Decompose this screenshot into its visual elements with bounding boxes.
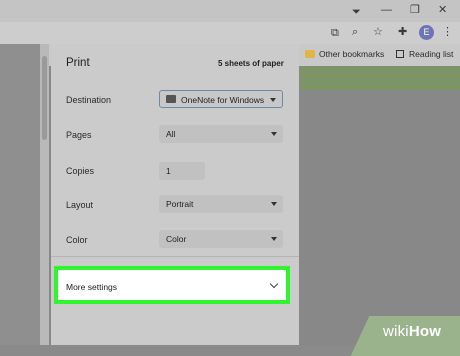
open-in-app-icon[interactable]: ⧉ <box>331 26 339 40</box>
zoom-icon[interactable]: ⌕ <box>352 25 358 39</box>
destination-select[interactable]: OneNote for Windows <box>159 90 283 108</box>
folder-icon <box>305 50 315 58</box>
chevron-down-icon <box>269 279 279 289</box>
title-bar: ⏷ — ❐ ✕ <box>0 0 460 22</box>
chevron-down-icon <box>271 132 277 136</box>
chevron-down-icon <box>271 202 277 206</box>
dialog-title: Print <box>66 57 90 69</box>
bookmark-other[interactable]: Other bookmarks <box>305 48 384 60</box>
menu-icon[interactable]: ⋮ <box>442 25 453 39</box>
divider <box>51 256 299 257</box>
copies-input[interactable]: 1 <box>159 162 205 180</box>
browser-toolbar: ⧉ ⌕ ☆ ✚ ⋮ <box>0 22 460 44</box>
reading-list-icon <box>396 50 404 58</box>
preview-area <box>0 44 40 345</box>
pages-select[interactable]: All <box>159 125 283 143</box>
sheet-count: 5 sheets of paper <box>218 59 284 68</box>
restore-icon[interactable]: ❐ <box>410 3 420 17</box>
star-icon[interactable]: ☆ <box>373 25 383 39</box>
destination-label: Destination <box>66 95 112 105</box>
layout-label: Layout <box>66 200 94 210</box>
more-settings-button[interactable]: More settings <box>54 266 290 304</box>
layout-select[interactable]: Portrait <box>159 195 283 213</box>
copies-label: Copies <box>66 166 95 176</box>
tab-search-icon[interactable]: ⏷ <box>352 5 361 19</box>
chevron-down-icon <box>270 98 276 102</box>
color-select[interactable]: Color <box>159 230 283 248</box>
minimize-icon[interactable]: — <box>381 3 392 17</box>
printer-icon <box>166 95 176 103</box>
avatar[interactable]: E <box>419 25 434 40</box>
page-header-band <box>300 66 460 90</box>
close-icon[interactable]: ✕ <box>438 3 447 17</box>
watermark-logo: wikiHow <box>383 323 442 340</box>
extensions-icon[interactable]: ✚ <box>398 25 407 39</box>
scrollbar-thumb[interactable] <box>42 56 47 140</box>
bookmark-reading-list[interactable]: Reading list <box>396 48 453 60</box>
pages-label: Pages <box>66 130 92 140</box>
color-label: Color <box>66 235 88 245</box>
chevron-down-icon <box>271 237 277 241</box>
